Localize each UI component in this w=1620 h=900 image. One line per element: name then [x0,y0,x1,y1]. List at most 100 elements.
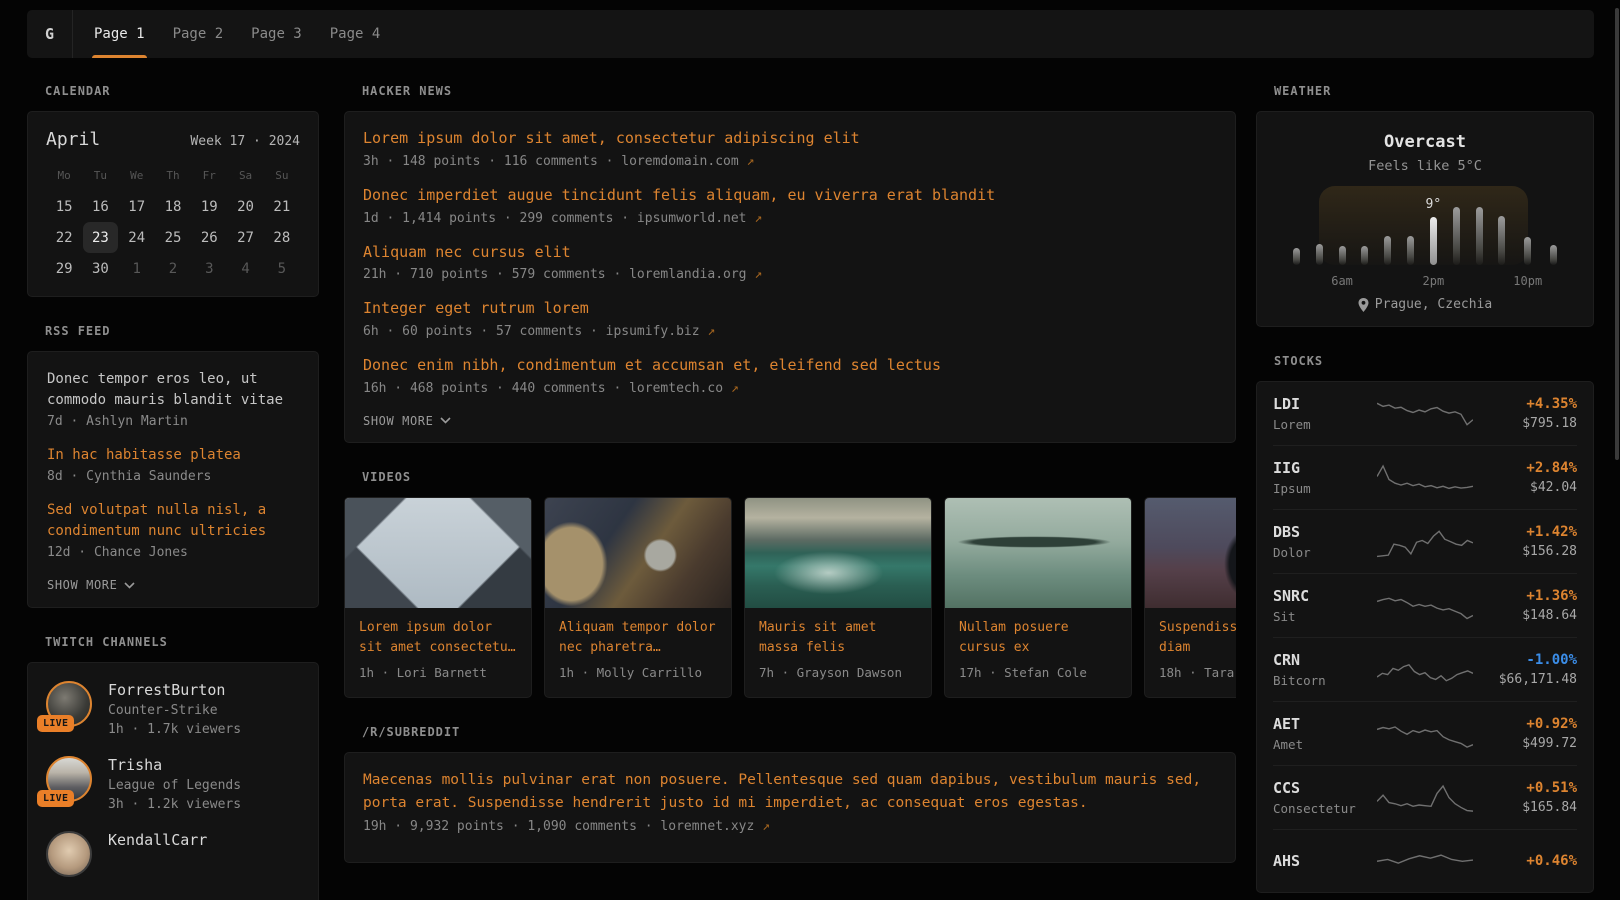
stock-row[interactable]: CRN Bitcorn -1.00% $66,171.48 [1273,637,1577,701]
twitch-channel-info: ForrestBurton Counter-Strike 1h · 1.7k v… [108,681,241,737]
calendar-day: 1 [120,253,154,284]
video-card[interactable]: Suspendisse interdum diam 18h · Tara [1144,497,1236,698]
video-card[interactable]: Nullam posuere cursus ex 17h · Stefan Co… [944,497,1132,698]
stock-ticker: CCS [1273,779,1377,797]
hackernews-item-title[interactable]: Aliquam nec cursus elit [363,242,1217,264]
right-column: WEATHER Overcast Feels like 5°C [1256,84,1594,900]
hackernews-item: Integer eget rutrum lorem 6h · 60 points… [363,298,1217,339]
calendar-day: 24 [120,222,154,253]
weather-bar [1430,217,1437,265]
stock-change-percent: +2.84% [1473,460,1577,476]
hackernews-item-title[interactable]: Donec imperdiet augue tincidunt felis al… [363,185,1217,207]
stock-values: +1.36% $148.64 [1473,588,1577,623]
calendar-day: 15 [47,191,81,222]
stock-values: +4.35% $795.18 [1473,396,1577,431]
twitch-section-title: TWITCH CHANNELS [45,635,319,649]
middle-column: HACKER NEWS Lorem ipsum dolor sit amet, … [344,84,1236,900]
stock-sparkline [1377,780,1473,816]
rss-item-title[interactable]: In hac habitasse platea [47,445,299,466]
stock-row[interactable]: DBS Dolor +1.42% $156.28 [1273,509,1577,573]
calendar-week-year: Week 17 · 2024 [190,134,300,149]
rss-item-title[interactable]: Donec tempor eros leo, ut commodo mauris… [47,369,299,411]
calendar-day: 19 [192,191,226,222]
external-link-icon[interactable]: ↗ [762,819,770,834]
video-title: Nullam posuere cursus ex [959,618,1117,658]
calendar-weekday: We [119,162,155,191]
stock-row[interactable]: CCS Consectetur +0.51% $165.84 [1273,765,1577,829]
hackernews-item-meta-text: 3h · 148 points · 116 comments · loremdo… [363,154,739,169]
stock-identity: DBS Dolor [1273,523,1377,560]
stock-name: Bitcorn [1273,673,1377,688]
twitch-avatar-wrap: LIVE [46,756,92,802]
video-card[interactable]: Aliquam tempor dolor nec pharetra… 1h · … [544,497,732,698]
stock-values: -1.00% $66,171.48 [1473,652,1577,687]
chevron-down-icon [124,582,135,589]
stock-price: $499.72 [1473,736,1577,751]
subreddit-post: Maecenas mollis pulvinar erat non posuer… [363,769,1217,834]
hackernews-show-more-button[interactable]: SHOW MORE [363,412,451,430]
weather-bar-slot [1445,190,1468,290]
external-link-icon[interactable]: ↗ [747,154,755,169]
weather-bar [1498,216,1505,265]
twitch-channel-row[interactable]: LIVE ForrestBurton Counter-Strike 1h · 1… [46,681,300,737]
weather-bar [1339,246,1346,265]
page-tab-label: Page 4 [330,26,381,42]
stock-price: $795.18 [1473,416,1577,431]
stock-ticker: SNRC [1273,587,1377,605]
calendar-day: 23 [83,222,117,253]
app-logo[interactable]: G [27,10,73,58]
stock-sparkline [1377,716,1473,752]
external-link-icon[interactable]: ↗ [754,211,762,226]
page-tab[interactable]: Page 4 [330,10,381,58]
weather-bar-slot [1285,190,1308,290]
hackernews-item-title[interactable]: Donec enim nibh, condimentum et accumsan… [363,355,1217,377]
video-card[interactable]: Mauris sit amet massa felis 7h · Grayson… [744,497,932,698]
video-meta: 18h · Tara [1159,665,1236,680]
twitch-avatar-wrap: LIVE [46,831,92,877]
stock-row[interactable]: LDI Lorem +4.35% $795.18 [1273,382,1577,445]
page-tab[interactable]: Page 1 [94,10,145,58]
page-scrollbar[interactable] [1615,8,1619,460]
calendar-weekday: Sa [227,162,263,191]
weather-bar-slot: 9° 2pm [1422,190,1445,290]
stock-row[interactable]: AHS +0.46% [1273,829,1577,892]
calendar-weekday: Mo [46,162,82,191]
video-card[interactable]: Lorem ipsum dolor sit amet consectetu… 1… [344,497,532,698]
rss-item-meta: 8d · Cynthia Saunders [47,469,299,484]
page-tab-label: Page 3 [251,26,302,42]
subreddit-post-title[interactable]: Maecenas mollis pulvinar erat non posuer… [363,769,1217,815]
stock-ticker: CRN [1273,651,1377,669]
stock-sparkline [1377,396,1473,432]
stock-identity: AET Amet [1273,715,1377,752]
page-tab[interactable]: Page 2 [173,10,224,58]
hackernews-item-title[interactable]: Lorem ipsum dolor sit amet, consectetur … [363,128,1217,150]
calendar-weekday: Th [155,162,191,191]
rss-item-title[interactable]: Sed volutpat nulla nisl, a condimentum n… [47,500,299,542]
stock-ticker: IIG [1273,459,1377,477]
video-title: Lorem ipsum dolor sit amet consectetu… [359,618,517,658]
external-link-icon[interactable]: ↗ [731,381,739,396]
twitch-channel-game: Counter-Strike [108,703,241,718]
weather-bar [1293,248,1300,265]
stock-change-percent: +1.42% [1473,524,1577,540]
hackernews-item: Donec enim nibh, condimentum et accumsan… [363,355,1217,396]
page-tab[interactable]: Page 3 [251,10,302,58]
stock-ticker: AET [1273,715,1377,733]
hackernews-item-title[interactable]: Integer eget rutrum lorem [363,298,1217,320]
external-link-icon[interactable]: ↗ [754,267,762,282]
video-thumbnail [745,498,931,608]
stock-change-percent: +0.46% [1473,853,1577,869]
stock-row[interactable]: IIG Ipsum +2.84% $42.04 [1273,445,1577,509]
stock-row[interactable]: SNRC Sit +1.36% $148.64 [1273,573,1577,637]
calendar-day: 16 [83,191,117,222]
twitch-channel-row[interactable]: LIVE Trisha League of Legends 3h · 1.2k … [46,756,300,812]
external-link-icon[interactable]: ↗ [707,324,715,339]
weather-condition: Overcast [1273,132,1577,152]
weather-bar-slot [1399,190,1422,290]
twitch-channel-row[interactable]: LIVE KendallCarr [46,831,300,877]
stock-sparkline [1377,460,1473,496]
twitch-channel-name: KendallCarr [108,831,207,849]
calendar-weekday: Fr [191,162,227,191]
rss-show-more-button[interactable]: SHOW MORE [47,576,135,594]
stock-row[interactable]: AET Amet +0.92% $499.72 [1273,701,1577,765]
